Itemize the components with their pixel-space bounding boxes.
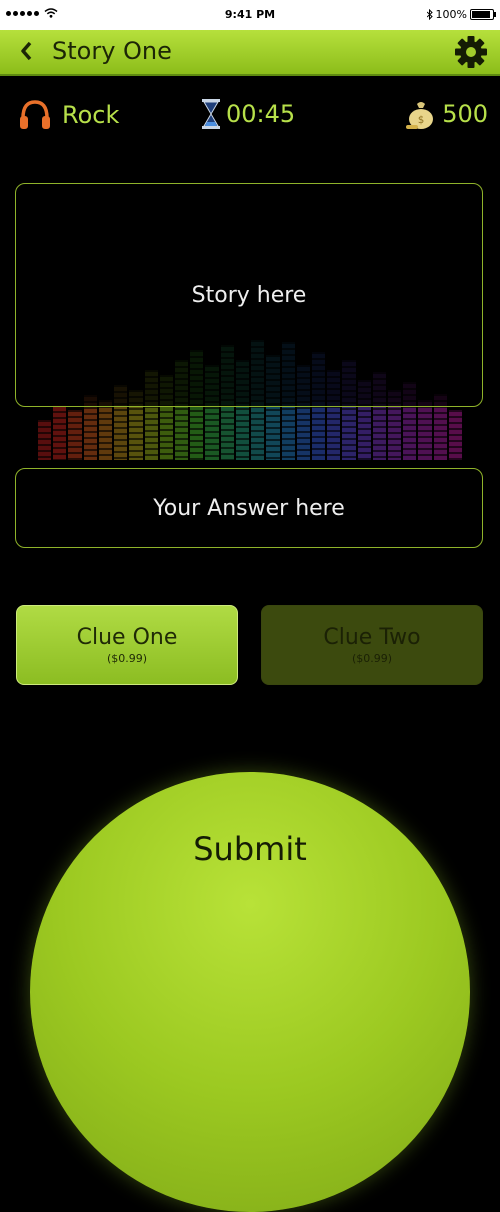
nav-bar: Story One	[0, 30, 500, 76]
coins: $ 500	[406, 98, 488, 130]
status-bar: 9:41 PM 100%	[0, 0, 500, 30]
clue-two-price: ($0.99)	[351, 652, 393, 665]
answer-input[interactable]: Your Answer here	[15, 468, 483, 548]
timer: 00:45	[200, 98, 295, 130]
clue-two-title: Clue Two	[323, 625, 421, 650]
coins-value: 500	[442, 100, 488, 128]
status-right: 100%	[426, 8, 496, 21]
clue-two-button[interactable]: Clue Two ($0.99)	[261, 605, 483, 685]
story-text: Story here	[191, 282, 307, 308]
timer-value: 00:45	[226, 100, 296, 128]
gear-icon	[455, 36, 487, 68]
info-row: Rock 00:45 $ 500	[0, 96, 500, 138]
battery-icon	[470, 9, 496, 20]
headphones-icon	[20, 100, 50, 129]
genre-label: Rock	[62, 101, 120, 129]
back-button[interactable]	[12, 36, 42, 66]
submit-label: Submit	[193, 830, 307, 868]
answer-placeholder: Your Answer here	[153, 495, 345, 521]
submit-button[interactable]: Submit	[30, 772, 470, 1212]
svg-text:$: $	[418, 115, 424, 126]
clue-one-title: Clue One	[76, 625, 178, 650]
battery-percent: 100%	[435, 8, 467, 21]
money-bag-icon: $	[406, 102, 434, 129]
settings-button[interactable]	[454, 35, 488, 69]
hourglass-icon	[202, 99, 220, 129]
clue-one-button[interactable]: Clue One ($0.99)	[16, 605, 238, 685]
bluetooth-icon	[426, 9, 433, 20]
clue-one-price: ($0.99)	[106, 652, 148, 665]
status-time: 9:41 PM	[224, 8, 276, 21]
story-box: Story here	[15, 183, 483, 407]
genre: Rock	[18, 98, 119, 132]
back-chevron-icon	[21, 41, 32, 61]
page-title: Story One	[52, 37, 172, 65]
